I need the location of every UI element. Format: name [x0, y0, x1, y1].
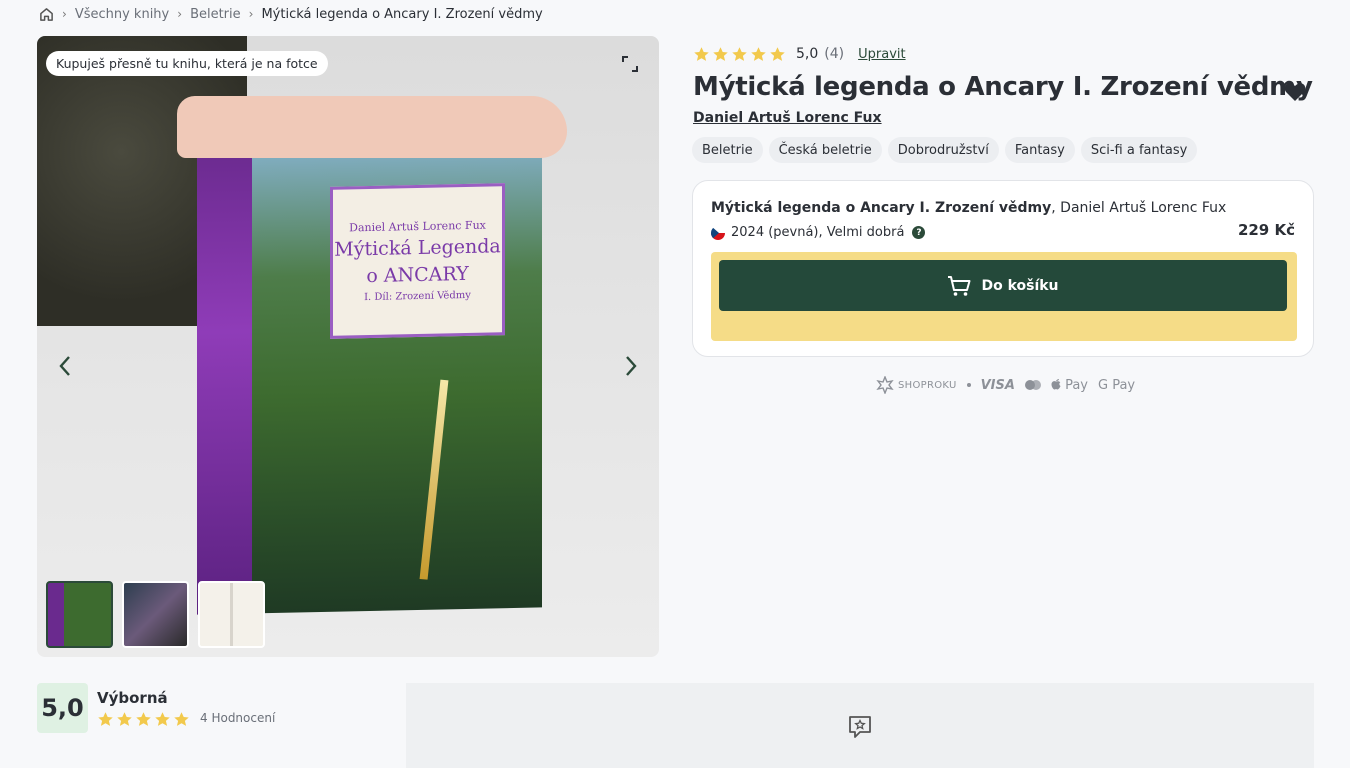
star-icon	[174, 712, 189, 726]
rating-stars	[693, 46, 786, 63]
rating-row: 5,0 (4) Upravit	[693, 44, 906, 64]
review-count: 4 Hodnocení	[200, 711, 276, 725]
offer-author: , Daniel Artuš Lorenc Fux	[1051, 200, 1227, 216]
review-star-icon[interactable]	[846, 713, 874, 741]
cover-subtitle: I. Díl: Zrození Vědmy	[364, 289, 471, 303]
add-to-cart-label: Do košíku	[981, 277, 1059, 294]
mastercard-icon	[1024, 380, 1041, 390]
star-icon	[713, 46, 728, 61]
photo-hand	[177, 96, 567, 158]
breadcrumb-current: Mýtická legenda o Ancary I. Zrození vědm…	[261, 6, 543, 22]
chevron-right-icon: ›	[248, 7, 254, 21]
shoproku-logo: SHOPROKU	[876, 376, 957, 394]
star-icon	[117, 712, 132, 726]
tag-dobrodruzstvi[interactable]: Dobrodružství	[887, 137, 999, 163]
product-gallery[interactable]: Daniel Artuš Lorenc Fux Mýtická Legenda …	[37, 36, 659, 657]
breadcrumb: › Všechny knihy › Beletrie › Mýtická leg…	[38, 4, 543, 24]
review-stars	[97, 711, 190, 728]
payment-methods: SHOPROKU VISA Pay G Pay	[876, 374, 1135, 396]
chevron-right-icon: ›	[177, 7, 183, 21]
chevron-right-icon[interactable]	[619, 352, 643, 380]
book-cover: Daniel Artuš Lorenc Fux Mýtická Legenda …	[252, 127, 542, 614]
review-score-label: Výborná	[97, 689, 168, 707]
book-photo: Daniel Artuš Lorenc Fux Mýtická Legenda …	[197, 127, 542, 619]
rating-count: (4)	[824, 46, 845, 62]
book-spine	[197, 143, 252, 615]
tag-beletrie[interactable]: Beletrie	[692, 137, 763, 163]
star-icon	[732, 46, 747, 61]
thumbnail-strip	[46, 581, 265, 648]
offer-price: 229 Kč	[1237, 221, 1295, 239]
visa-logo: VISA	[980, 377, 1015, 393]
add-to-cart-button[interactable]: Do košíku	[719, 260, 1287, 311]
czech-flag-icon	[711, 225, 725, 240]
star-icon	[98, 712, 113, 726]
offer-meta: 2024 (pevná), Velmi dobrá ?	[711, 225, 926, 240]
expand-icon[interactable]	[621, 55, 639, 73]
breadcrumb-link-beletrie[interactable]: Beletrie	[190, 7, 241, 22]
product-title: Mýtická legenda o Ancary I. Zrození vědm…	[693, 72, 1313, 102]
star-icon	[155, 712, 170, 726]
review-panel	[406, 683, 1314, 768]
offer-card: Mýtická legenda o Ancary I. Zrození vědm…	[692, 180, 1314, 357]
cart-icon	[948, 275, 971, 296]
thumbnail-2[interactable]	[122, 581, 189, 648]
shoproku-label: SHOPROKU	[898, 379, 957, 391]
offer-title: Mýtická legenda o Ancary I. Zrození vědm…	[711, 200, 1226, 216]
cover-author: Daniel Artuš Lorenc Fux	[349, 218, 486, 235]
sword-illustration	[419, 379, 449, 580]
edit-rating-link[interactable]: Upravit	[858, 47, 905, 62]
chevron-left-icon[interactable]	[53, 352, 77, 380]
category-tags: Beletrie Česká beletrie Dobrodružství Fa…	[692, 137, 1198, 163]
star-icon	[694, 46, 709, 61]
separator-dot	[966, 383, 971, 387]
google-pay-logo: G Pay	[1098, 377, 1136, 393]
breadcrumb-link-all-books[interactable]: Všechny knihy	[75, 7, 169, 22]
home-icon[interactable]	[38, 6, 54, 22]
tag-ceska-beletrie[interactable]: Česká beletrie	[768, 137, 882, 163]
cover-title-line1: Mýtická Legenda	[334, 235, 501, 261]
rating-value: 5,0	[796, 46, 819, 62]
star-icon	[770, 46, 785, 61]
cart-area: Do košíku	[711, 252, 1297, 341]
tag-sci-fi-fantasy[interactable]: Sci-fi a fantasy	[1080, 137, 1198, 163]
thumbnail-3[interactable]	[198, 581, 265, 648]
help-icon[interactable]: ?	[912, 226, 926, 239]
thumbnail-1[interactable]	[46, 581, 113, 648]
star-icon	[136, 712, 151, 726]
apple-pay-logo: Pay	[1051, 378, 1088, 393]
offer-condition: 2024 (pevná), Velmi dobrá	[731, 225, 905, 240]
cover-title-line2: o ANCARY	[366, 262, 469, 288]
heart-icon[interactable]	[1283, 80, 1307, 104]
chevron-right-icon: ›	[62, 7, 67, 21]
book-cover-label: Daniel Artuš Lorenc Fux Mýtická Legenda …	[330, 183, 505, 339]
offer-book-title: Mýtická legenda o Ancary I. Zrození vědm…	[711, 200, 1052, 216]
apple-pay-label: Pay	[1065, 377, 1088, 393]
tag-fantasy[interactable]: Fantasy	[1004, 137, 1075, 163]
star-icon	[751, 46, 766, 61]
author-link[interactable]: Daniel Artuš Lorenc Fux	[693, 110, 882, 126]
exact-copy-badge: Kupuješ přesně tu knihu, která je na fot…	[46, 51, 328, 76]
review-score: 5,0	[37, 683, 88, 733]
